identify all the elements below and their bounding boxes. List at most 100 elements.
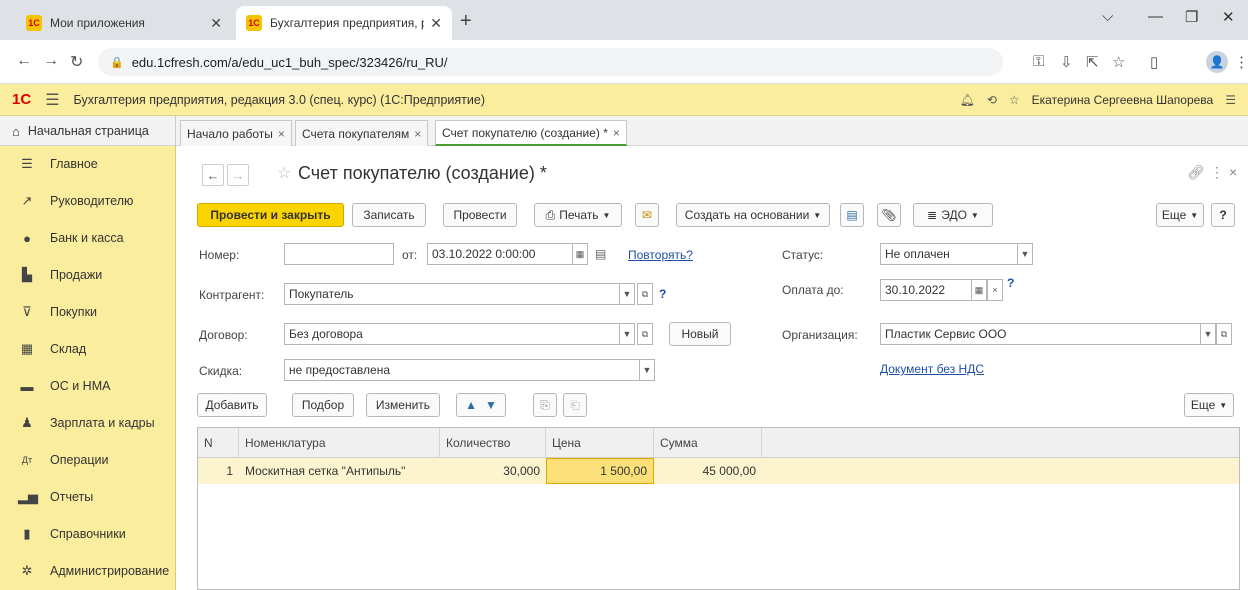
close-icon[interactable]: ×: [414, 127, 421, 141]
move-rows-buttons[interactable]: ▲ ▼: [456, 393, 506, 417]
close-icon[interactable]: ×: [278, 127, 285, 141]
contractor-field[interactable]: Покупатель: [284, 283, 620, 305]
calendar-icon[interactable]: ▦: [971, 279, 987, 301]
tab-invoices[interactable]: Счета покупателям ×: [295, 120, 429, 146]
new-tab-icon[interactable]: +: [460, 10, 472, 33]
menu-dots-icon[interactable]: ⋮: [1234, 53, 1248, 71]
arrow-up-icon[interactable]: ▲: [465, 398, 477, 412]
clear-icon[interactable]: ×: [987, 279, 1003, 301]
attach-button[interactable]: 📎︎: [877, 203, 901, 227]
url-input[interactable]: 🔒 edu.1cfresh.com/a/edu_uc1_buh_spec/323…: [98, 48, 1003, 76]
tab-invoice-new[interactable]: Счет покупателю (создание) * ×: [435, 120, 627, 146]
tab-home[interactable]: ⌂ Начальная страница: [0, 116, 176, 146]
goods-table[interactable]: N Номенклатура Количество Цена Сумма 1 М…: [197, 427, 1240, 590]
history-icon[interactable]: ⟲: [987, 93, 997, 107]
sidepanel-icon[interactable]: ▯: [1150, 53, 1158, 71]
status-field[interactable]: Не оплачен: [880, 243, 1018, 265]
close-icon[interactable]: ×: [613, 126, 620, 140]
copy-button[interactable]: ⎘: [533, 393, 557, 417]
more-button[interactable]: Еще ▼: [1156, 203, 1204, 227]
profile-avatar[interactable]: 👤: [1206, 51, 1228, 73]
window-close-icon[interactable]: ✕: [1222, 8, 1235, 26]
sidebar-item-main[interactable]: ☰ Главное: [0, 146, 176, 182]
forward-arrow-icon[interactable]: →: [227, 164, 249, 186]
add-row-button[interactable]: Добавить: [197, 393, 267, 417]
back-icon[interactable]: ←: [16, 52, 32, 70]
install-icon[interactable]: ⇩: [1060, 53, 1073, 71]
post-button[interactable]: Провести: [443, 203, 517, 227]
column-header-n[interactable]: N: [198, 428, 239, 458]
edo-button[interactable]: ≣ ЭДО ▼: [913, 203, 993, 227]
sidebar-item-warehouse[interactable]: ▦ Склад: [0, 331, 176, 367]
favorite-star-icon[interactable]: ☆: [277, 163, 291, 183]
post-and-close-button[interactable]: Провести и закрыть: [197, 203, 344, 227]
chevron-down-icon[interactable]: ▼: [619, 283, 635, 305]
pick-button[interactable]: Подбор: [292, 393, 354, 417]
close-icon[interactable]: ✕: [430, 15, 442, 32]
reload-icon[interactable]: ↻: [70, 52, 83, 72]
number-field[interactable]: [284, 243, 394, 265]
discount-field[interactable]: не предоставлена: [284, 359, 640, 381]
bookmark-star-icon[interactable]: ☆: [1112, 53, 1125, 71]
sidebar-item-manager[interactable]: ↗ Руководителю: [0, 183, 176, 219]
sidebar-item-admin[interactable]: ✲ Администрирование: [0, 553, 176, 589]
structure-button[interactable]: ▤: [840, 203, 864, 227]
column-header-price[interactable]: Цена: [546, 428, 654, 458]
column-header-item[interactable]: Номенклатура: [239, 428, 440, 458]
column-header-sum[interactable]: Сумма: [654, 428, 762, 458]
chevron-down-icon[interactable]: ▼: [1017, 243, 1033, 265]
open-icon[interactable]: ⧉: [637, 323, 653, 345]
save-button[interactable]: Записать: [352, 203, 426, 227]
maximize-icon[interactable]: ❐: [1185, 8, 1198, 26]
favorites-star-icon[interactable]: ☆: [1009, 93, 1020, 107]
back-arrow-icon[interactable]: ←: [202, 164, 224, 186]
help-question-icon[interactable]: ?: [1007, 276, 1014, 290]
arrow-down-icon[interactable]: ▼: [485, 398, 497, 412]
menu-lines-icon[interactable]: ☰: [1225, 93, 1236, 107]
date-field[interactable]: 03.10.2022 0:00:00: [427, 243, 573, 265]
share-icon[interactable]: ⇱: [1086, 53, 1099, 71]
key-icon[interactable]: ⚿: [1033, 53, 1044, 70]
sidebar-item-assets[interactable]: ▬ ОС и НМА: [0, 368, 176, 404]
repeat-link[interactable]: Повторять?: [628, 248, 693, 262]
user-name[interactable]: Екатерина Сергеевна Шапорева: [1032, 93, 1214, 107]
change-button[interactable]: Изменить: [366, 393, 440, 417]
sidebar-item-sales[interactable]: ▙ Продажи: [0, 257, 176, 293]
calendar-icon[interactable]: ▦: [572, 243, 588, 265]
hamburger-menu-icon[interactable]: ☰: [45, 90, 59, 110]
sidebar-item-purchases[interactable]: ⊽ Покупки: [0, 294, 176, 330]
browser-tab-accounting[interactable]: 1С Бухгалтерия предприятия, реда ✕: [236, 6, 452, 40]
sidebar-item-references[interactable]: ▮ Справочники: [0, 516, 176, 552]
browser-tab-my-apps[interactable]: 1С Мои приложения ✕: [16, 6, 232, 40]
email-button[interactable]: ✉: [635, 203, 659, 227]
create-based-on-button[interactable]: Создать на основании ▼: [676, 203, 830, 227]
bell-icon[interactable]: 🔔︎: [960, 93, 975, 107]
pay-until-field[interactable]: 30.10.2022: [880, 279, 972, 301]
help-button[interactable]: ?: [1211, 203, 1235, 227]
cell-item[interactable]: Москитная сетка "Антипыль": [239, 458, 440, 484]
paste-button[interactable]: ⎗: [563, 393, 587, 417]
table-row[interactable]: 1 Москитная сетка "Антипыль" 30,000 1 50…: [198, 458, 1239, 484]
chevron-down-icon[interactable]: ▼: [639, 359, 655, 381]
more-dots-icon[interactable]: ⋮: [1210, 164, 1224, 181]
cell-n[interactable]: 1: [198, 458, 239, 484]
contract-field[interactable]: Без договора: [284, 323, 620, 345]
vat-document-link[interactable]: Документ без НДС: [880, 362, 984, 376]
link-icon[interactable]: 🔗︎: [1187, 164, 1205, 181]
cell-qty[interactable]: 30,000: [440, 458, 546, 484]
sidebar-item-reports[interactable]: ▂▅ Отчеты: [0, 479, 176, 515]
close-icon[interactable]: ✕: [210, 15, 222, 32]
open-icon[interactable]: ⧉: [1216, 323, 1232, 345]
cell-price[interactable]: 1 500,00: [546, 458, 654, 484]
chevron-down-icon[interactable]: ⌵: [1102, 8, 1113, 25]
sidebar-item-salary[interactable]: ♟ Зарплата и кадры: [0, 405, 176, 441]
cell-sum[interactable]: 45 000,00: [654, 458, 762, 484]
organization-field[interactable]: Пластик Сервис ООО: [880, 323, 1201, 345]
print-button[interactable]: ⎙ Печать ▼: [534, 203, 622, 227]
column-header-qty[interactable]: Количество: [440, 428, 546, 458]
minimize-icon[interactable]: —: [1148, 8, 1163, 25]
chevron-down-icon[interactable]: ▼: [619, 323, 635, 345]
new-contract-button[interactable]: Новый: [669, 322, 731, 346]
sidebar-item-operations[interactable]: Дт Операции: [0, 442, 176, 478]
forward-icon[interactable]: →: [43, 52, 59, 70]
